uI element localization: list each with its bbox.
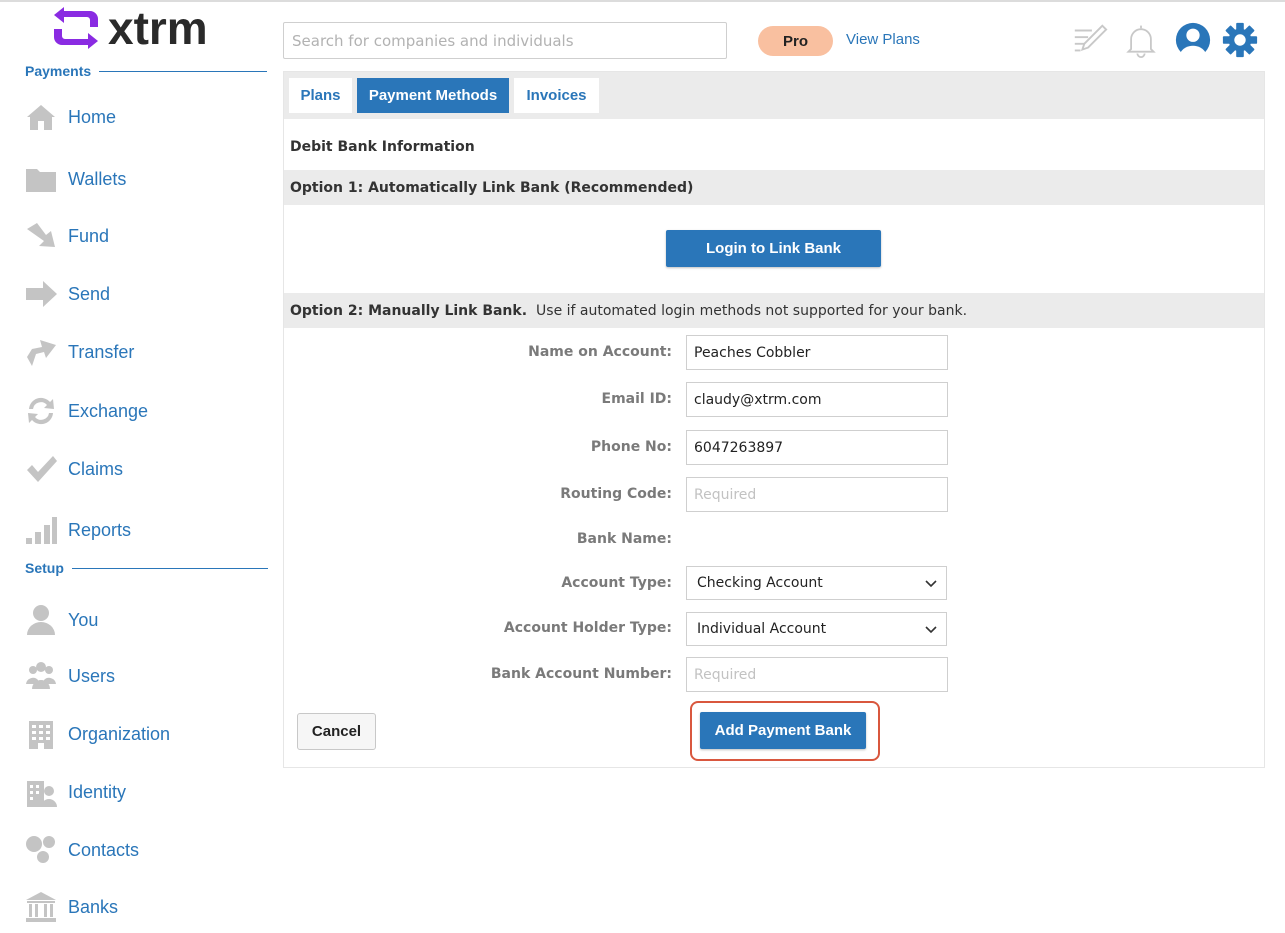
chevron-down-icon	[925, 580, 937, 588]
sidebar-item-label: Identity	[68, 781, 127, 802]
routing-code-field[interactable]	[686, 477, 948, 512]
sidebar-item-label: You	[68, 609, 99, 630]
transfer-arrow-icon	[24, 335, 58, 369]
checkmark-icon	[24, 452, 58, 486]
sidebar-item-home[interactable]: Home	[24, 97, 116, 137]
bar-chart-icon	[24, 513, 58, 547]
section-title: Debit Bank Information	[290, 139, 475, 155]
gear-icon[interactable]	[1220, 20, 1260, 60]
fund-arrow-icon	[24, 219, 58, 253]
person-icon	[24, 603, 58, 637]
sidebar-item-label: Wallets	[68, 168, 127, 189]
sidebar-divider	[71, 567, 268, 569]
tab-payment-methods[interactable]: Payment Methods	[357, 78, 509, 113]
sidebar-heading-setup: Setup	[25, 560, 268, 576]
sidebar-item-label: Banks	[68, 896, 119, 917]
send-arrow-icon	[24, 277, 58, 311]
phone-label: Phone No:	[590, 439, 672, 455]
folder-icon	[24, 162, 58, 196]
email-field[interactable]	[686, 382, 948, 417]
sidebar-item-label: Reports	[68, 519, 132, 540]
name-on-account-label: Name on Account:	[528, 344, 672, 360]
sidebar-item-label: Organization	[68, 723, 171, 744]
sidebar-item-users[interactable]: Users	[24, 656, 115, 696]
sidebar-heading-label: Payments	[25, 63, 92, 79]
tab-invoices[interactable]: Invoices	[514, 78, 599, 113]
account-type-value: Checking Account	[697, 575, 823, 591]
sidebar-item-wallets[interactable]: Wallets	[24, 159, 126, 199]
sidebar-heading-label: Setup	[25, 560, 64, 576]
sidebar-item-identity[interactable]: Identity	[24, 772, 126, 812]
cancel-button[interactable]: Cancel	[297, 713, 376, 750]
account-holder-type-value: Individual Account	[697, 621, 827, 637]
sidebar-item-contacts[interactable]: Contacts	[24, 830, 139, 870]
login-to-link-bank-button[interactable]: Login to Link Bank	[666, 230, 881, 267]
view-plans-link[interactable]: View Plans	[846, 31, 920, 48]
option1-title: Option 1: Automatically Link Bank (Recom…	[290, 179, 694, 196]
option2-note: Use if automated login methods not suppo…	[536, 302, 968, 319]
bank-account-number-field[interactable]	[686, 657, 948, 692]
building-icon	[24, 717, 58, 751]
exchange-icon	[24, 394, 58, 428]
identity-icon	[24, 775, 58, 809]
sidebar-item-label: Home	[68, 106, 117, 127]
bank-account-number-label: Bank Account Number:	[490, 666, 672, 682]
xtrm-logo-icon	[54, 7, 98, 49]
sidebar-item-organization[interactable]: Organization	[24, 714, 170, 754]
user-avatar-icon[interactable]	[1173, 20, 1213, 60]
tab-bar: Plans Payment Methods Invoices	[284, 72, 1264, 119]
edit-icon[interactable]	[1070, 20, 1110, 60]
sidebar-item-label: Send	[68, 283, 111, 304]
search-input[interactable]	[283, 22, 727, 59]
account-type-select[interactable]: Checking Account	[686, 566, 947, 600]
sidebar-item-label: Users	[68, 665, 116, 686]
sidebar-item-fund[interactable]: Fund	[24, 216, 109, 256]
bank-name-label: Bank Name:	[576, 531, 672, 547]
name-on-account-field[interactable]	[686, 335, 948, 370]
users-icon	[24, 659, 58, 693]
logo-text: xtrm	[108, 2, 208, 54]
account-holder-type-label: Account Holder Type:	[503, 620, 672, 636]
sidebar-item-banks[interactable]: Banks	[24, 887, 118, 927]
contacts-icon	[24, 833, 58, 867]
payment-methods-panel: Plans Payment Methods Invoices Debit Ban…	[283, 71, 1265, 768]
sidebar-item-transfer[interactable]: Transfer	[24, 332, 134, 372]
sidebar-item-label: Claims	[68, 458, 124, 479]
plan-badge: Pro	[758, 26, 833, 56]
email-label: Email ID:	[601, 391, 673, 407]
sidebar-item-label: Contacts	[68, 839, 140, 860]
option1-header: Option 1: Automatically Link Bank (Recom…	[284, 170, 1264, 205]
account-type-label: Account Type:	[561, 575, 672, 591]
xtrm-logo[interactable]: xtrm	[50, 4, 208, 52]
home-icon	[24, 100, 58, 134]
sidebar-item-label: Fund	[68, 225, 110, 246]
sidebar-heading-payments: Payments	[25, 63, 268, 79]
bank-icon	[24, 890, 58, 924]
sidebar-item-exchange[interactable]: Exchange	[24, 391, 148, 431]
option2-title: Option 2: Manually Link Bank.	[290, 302, 528, 319]
routing-code-label: Routing Code:	[560, 486, 672, 502]
sidebar-item-claims[interactable]: Claims	[24, 449, 123, 489]
add-payment-bank-button[interactable]: Add Payment Bank	[700, 712, 866, 749]
sidebar-divider	[99, 70, 268, 72]
option2-header: Option 2: Manually Link Bank. Use if aut…	[284, 293, 1264, 328]
phone-field[interactable]	[686, 430, 948, 465]
sidebar-item-reports[interactable]: Reports	[24, 510, 131, 550]
bell-icon[interactable]	[1121, 20, 1161, 60]
account-holder-type-select[interactable]: Individual Account	[686, 612, 947, 646]
sidebar-item-label: Exchange	[68, 400, 149, 421]
sidebar-item-send[interactable]: Send	[24, 274, 110, 314]
sidebar-item-label: Transfer	[68, 341, 135, 362]
tab-plans[interactable]: Plans	[289, 78, 352, 113]
chevron-down-icon	[925, 626, 937, 634]
sidebar-item-you[interactable]: You	[24, 600, 98, 640]
